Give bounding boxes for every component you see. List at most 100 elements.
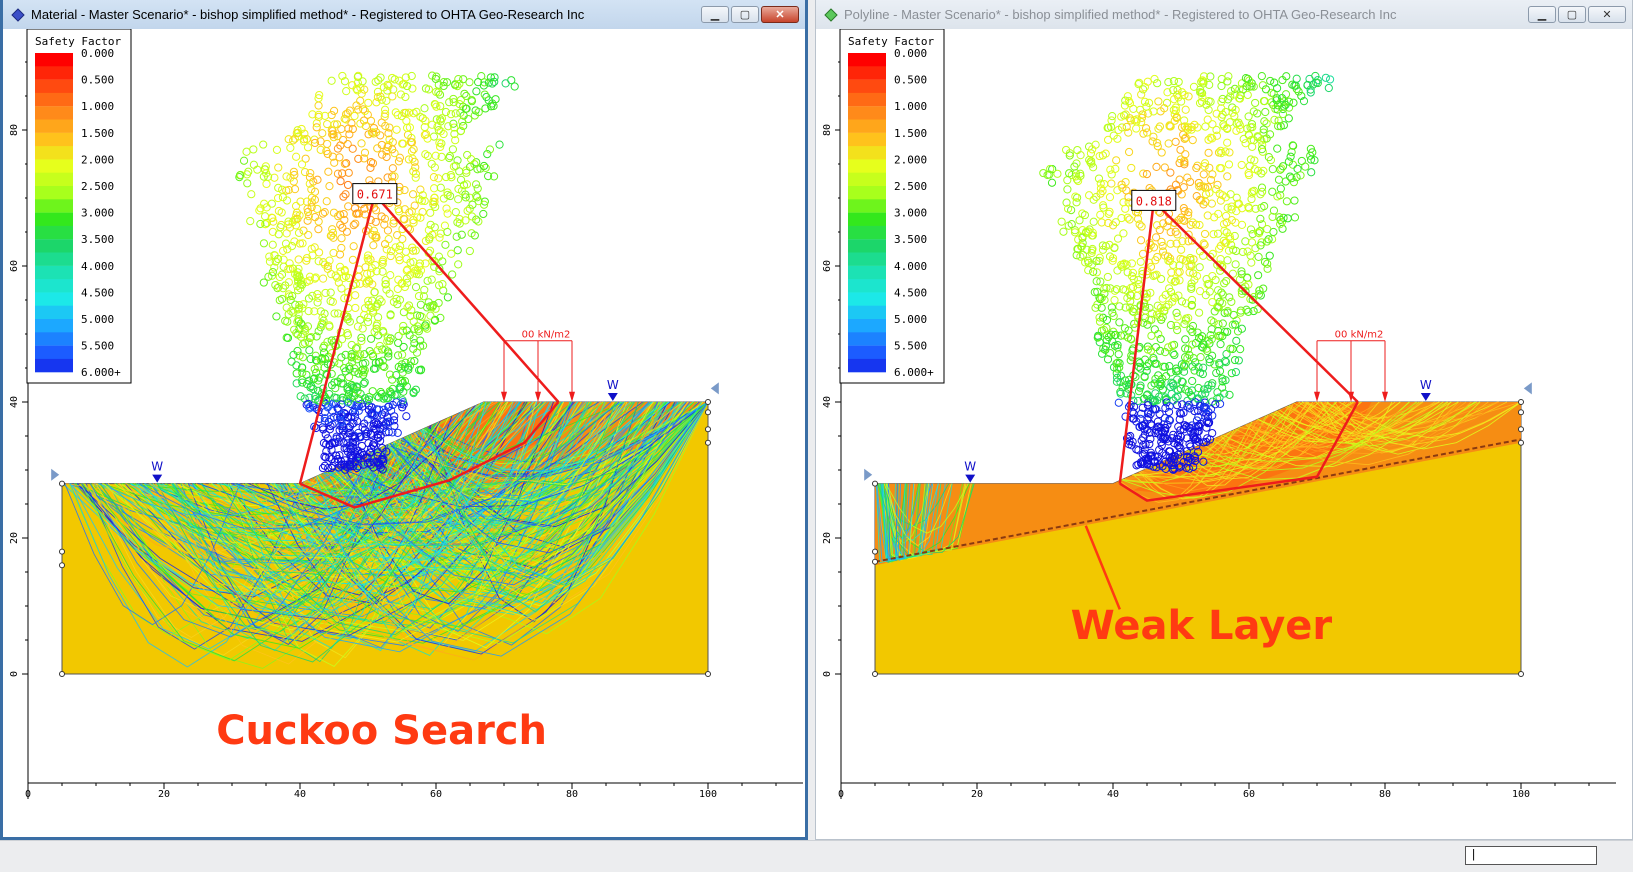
slip-center bbox=[480, 90, 489, 99]
slip-center bbox=[1248, 142, 1257, 151]
slip-center bbox=[399, 342, 408, 352]
legend-label: 4.500 bbox=[81, 286, 114, 299]
status-input[interactable]: | bbox=[1465, 846, 1597, 865]
slip-center bbox=[1307, 168, 1316, 177]
slip-center bbox=[1166, 228, 1175, 237]
slip-center bbox=[454, 260, 463, 269]
legend-swatch bbox=[35, 358, 73, 373]
titlebar[interactable]: Polyline - Master Scenario* - bishop sim… bbox=[816, 0, 1632, 29]
slip-center bbox=[1086, 149, 1096, 158]
slip-center bbox=[348, 144, 357, 153]
slip-center bbox=[1063, 185, 1072, 194]
slip-center bbox=[369, 241, 378, 250]
slip-center bbox=[1207, 316, 1216, 325]
slip-center bbox=[427, 275, 436, 284]
slip-center bbox=[1085, 191, 1094, 200]
legend-label: 2.000 bbox=[81, 153, 114, 166]
slip-center bbox=[335, 250, 345, 259]
legend-swatch bbox=[848, 199, 886, 213]
diamond-icon bbox=[824, 7, 838, 22]
slip-center bbox=[426, 208, 435, 217]
slip-center bbox=[388, 73, 397, 83]
slip-center bbox=[393, 231, 402, 240]
slip-center bbox=[472, 158, 481, 167]
slip-center bbox=[1232, 207, 1241, 216]
slip-center bbox=[1188, 376, 1197, 386]
slip-center bbox=[348, 255, 358, 264]
slip-center bbox=[1205, 163, 1214, 172]
slip-center bbox=[426, 311, 435, 320]
slip-center bbox=[1192, 163, 1201, 173]
slip-center bbox=[1222, 349, 1231, 359]
titlebar[interactable]: Material - Master Scenario* - bishop sim… bbox=[3, 0, 805, 29]
legend-label: 2.000 bbox=[894, 153, 927, 166]
slip-center bbox=[344, 202, 353, 211]
slip-center bbox=[1106, 165, 1115, 174]
slip-center bbox=[1247, 194, 1256, 204]
slip-center bbox=[1139, 318, 1148, 327]
slip-center bbox=[1047, 178, 1057, 187]
slope-stability-plot[interactable]: 0 20 40 60 80 100 80 60 40 20 0 0.671 00 kN/m2 W W Cuck… bbox=[3, 29, 805, 840]
slip-center bbox=[1201, 122, 1210, 131]
slip-center bbox=[1268, 165, 1277, 174]
legend-swatch bbox=[35, 199, 73, 213]
load-label: 00 kN/m2 bbox=[1335, 329, 1384, 340]
slip-center bbox=[443, 293, 453, 302]
slip-center bbox=[1176, 145, 1185, 154]
minimize-button[interactable]: ▁ bbox=[701, 6, 729, 23]
slip-center bbox=[253, 165, 262, 174]
window-title: Material - Master Scenario* - bishop sim… bbox=[31, 7, 585, 22]
water-table-icon bbox=[1420, 393, 1431, 401]
slip-center bbox=[1220, 226, 1229, 235]
vertex-marker bbox=[872, 558, 878, 565]
vertex-marker bbox=[705, 426, 711, 433]
slip-center bbox=[1094, 174, 1104, 183]
slip-center bbox=[474, 217, 483, 226]
slip-center bbox=[1269, 227, 1278, 237]
window-polyline[interactable]: Polyline - Master Scenario* - bishop sim… bbox=[815, 0, 1633, 840]
slip-center bbox=[1324, 83, 1333, 93]
slip-center bbox=[243, 179, 252, 188]
window-material[interactable]: Material - Master Scenario* - bishop sim… bbox=[0, 0, 808, 840]
caption-text: Cuckoo Search bbox=[216, 708, 547, 754]
slip-center bbox=[1244, 307, 1253, 316]
close-button[interactable]: ✕ bbox=[1588, 6, 1626, 23]
slip-center bbox=[326, 288, 335, 297]
slip-center bbox=[337, 284, 346, 293]
plot-area[interactable]: 0 20 40 60 80 100 80 60 40 20 0 0.818 00 kN/m2 W W Weak… bbox=[816, 29, 1632, 839]
legend-swatch bbox=[35, 146, 73, 160]
plot-area[interactable]: 0 20 40 60 80 100 80 60 40 20 0 0.671 00 kN/m2 W W Cuck… bbox=[3, 29, 805, 837]
slip-center bbox=[246, 217, 255, 226]
slip-center bbox=[1155, 346, 1165, 355]
slope-stability-plot[interactable]: 0 20 40 60 80 100 80 60 40 20 0 0.818 00 kN/m2 W W Weak… bbox=[816, 29, 1632, 840]
close-button[interactable]: ✕ bbox=[761, 6, 799, 23]
maximize-button[interactable]: ▢ bbox=[731, 6, 759, 23]
slip-center bbox=[1158, 247, 1168, 256]
slip-center bbox=[448, 270, 457, 279]
slip-center bbox=[1270, 115, 1279, 124]
slip-center bbox=[294, 228, 304, 237]
maximize-button[interactable]: ▢ bbox=[1558, 6, 1586, 23]
slip-center bbox=[409, 317, 418, 326]
minimize-button[interactable]: ▁ bbox=[1528, 6, 1556, 23]
load-arrow-head bbox=[569, 391, 575, 402]
slip-center bbox=[1153, 417, 1163, 426]
y-tick-label: 0 bbox=[9, 671, 20, 677]
water-label: W bbox=[151, 460, 163, 474]
legend-label: 1.000 bbox=[81, 100, 114, 113]
vertex-marker bbox=[59, 480, 65, 487]
legend-label: 5.000 bbox=[894, 313, 927, 326]
legend-label: 0.000 bbox=[81, 47, 114, 60]
slip-center bbox=[1125, 215, 1134, 224]
slip-center bbox=[451, 208, 460, 217]
slip-center bbox=[1181, 150, 1190, 159]
slip-center bbox=[1124, 147, 1134, 157]
slip-center bbox=[1265, 251, 1274, 260]
slip-center bbox=[408, 190, 418, 199]
slip-center bbox=[1247, 238, 1257, 247]
slip-center bbox=[359, 370, 368, 379]
x-tick-label: 40 bbox=[294, 789, 306, 800]
legend-swatch bbox=[848, 358, 886, 373]
slip-center bbox=[314, 225, 323, 234]
slip-center bbox=[327, 110, 336, 120]
